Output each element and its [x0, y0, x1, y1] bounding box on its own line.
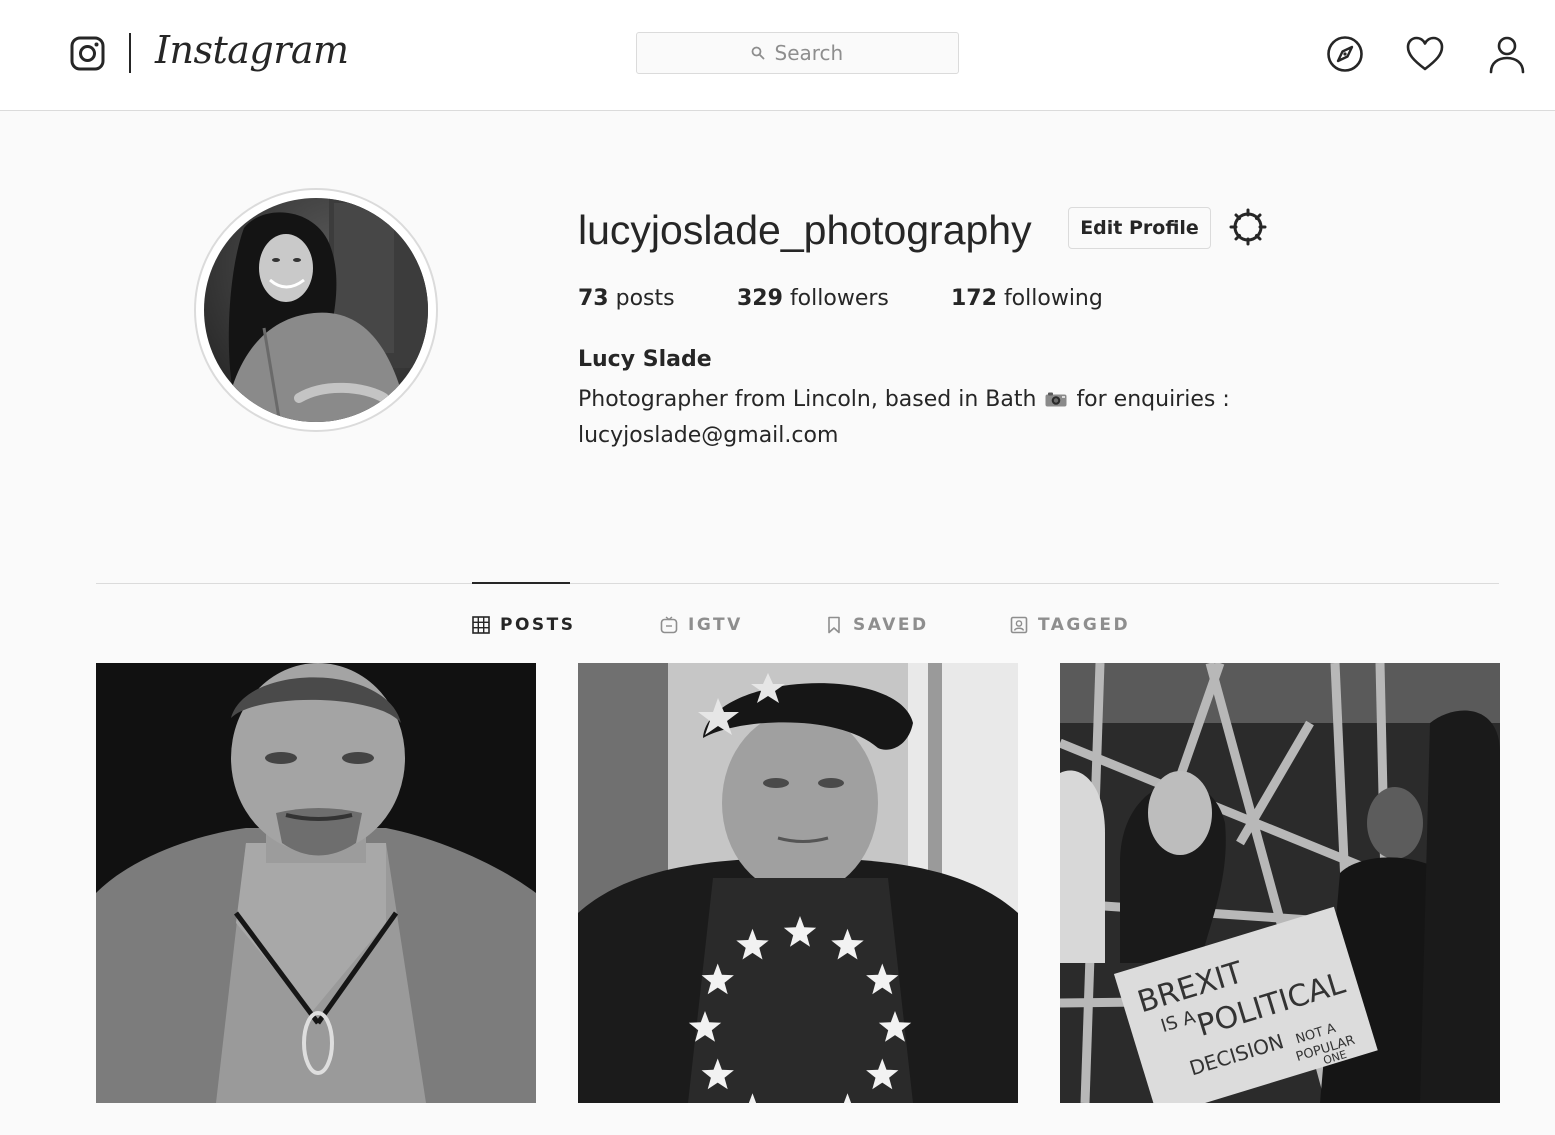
posts-stat: 73 posts — [578, 286, 675, 311]
gear-icon[interactable] — [1228, 207, 1268, 247]
following-count: 172 — [951, 286, 997, 311]
tag-person-icon — [1010, 616, 1028, 634]
tab-posts-label: POSTS — [500, 615, 576, 635]
search-input[interactable] — [774, 41, 845, 65]
heart-icon[interactable] — [1405, 34, 1445, 74]
active-tab-indicator — [472, 582, 570, 584]
tab-posts[interactable]: POSTS — [472, 612, 576, 638]
post-thumbnail-2[interactable] — [578, 663, 1018, 1103]
camera-emoji-icon — [1045, 392, 1067, 407]
bio-email: lucyjoslade@gmail.com — [578, 423, 839, 448]
logo-divider — [129, 33, 131, 73]
user-icon[interactable] — [1487, 34, 1527, 74]
post-thumbnail-1[interactable] — [96, 663, 536, 1103]
tab-saved-label: SAVED — [853, 615, 929, 635]
followers-stat[interactable]: 329 followers — [737, 286, 889, 311]
tab-igtv-label: IGTV — [688, 615, 743, 635]
following-stat[interactable]: 172 following — [951, 286, 1103, 311]
avatar[interactable] — [204, 198, 428, 422]
tabs-divider — [96, 583, 1499, 584]
edit-profile-button[interactable]: Edit Profile — [1068, 207, 1211, 249]
profile-username: lucyjoslade_photography — [578, 207, 1032, 253]
bio-text-end: for enquiries : — [1076, 387, 1230, 412]
bookmark-icon — [828, 616, 840, 634]
posts-count: 73 — [578, 286, 609, 311]
tab-tagged-label: TAGGED — [1038, 615, 1131, 635]
search-icon — [751, 46, 764, 60]
post-thumbnail-3[interactable]: BREXIT IS A POLITICAL DECISION NOT A POP… — [1060, 663, 1500, 1103]
top-nav-bar: Instagram — [0, 0, 1555, 111]
profile-bio: Photographer from Lincoln, based in Bath… — [578, 382, 1298, 454]
tv-icon — [660, 616, 678, 634]
tab-saved[interactable]: SAVED — [825, 612, 929, 638]
camera-logo-icon[interactable] — [70, 36, 105, 71]
instagram-wordmark[interactable]: Instagram — [155, 28, 349, 72]
followers-label: followers — [789, 286, 889, 311]
followers-count: 329 — [737, 286, 783, 311]
grid-icon — [472, 616, 490, 634]
tab-tagged[interactable]: TAGGED — [1010, 612, 1130, 638]
posts-label: posts — [615, 286, 675, 311]
profile-full-name: Lucy Slade — [578, 347, 712, 372]
following-label: following — [1003, 286, 1103, 311]
tab-igtv[interactable]: IGTV — [660, 612, 743, 638]
compass-icon[interactable] — [1325, 34, 1365, 74]
search-box[interactable] — [636, 32, 959, 74]
bio-text-start: Photographer from Lincoln, based in Bath — [578, 387, 1037, 412]
